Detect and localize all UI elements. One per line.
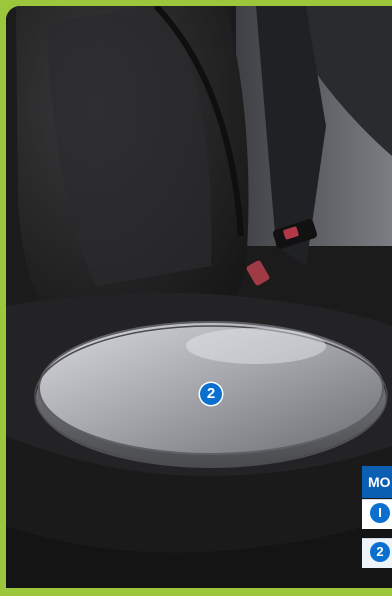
legend-marker-1: I (370, 503, 390, 523)
legend-header: MO (362, 466, 392, 498)
legend-marker-2: 2 (370, 542, 390, 562)
legend-row: I (362, 499, 392, 529)
car-seat-illustration (6, 6, 392, 588)
feature-legend-table: MO I 2 (362, 466, 392, 596)
callout-marker-2: 2 (200, 383, 222, 405)
legend-row: 2 (362, 538, 392, 568)
product-photo: 2 (6, 6, 392, 588)
